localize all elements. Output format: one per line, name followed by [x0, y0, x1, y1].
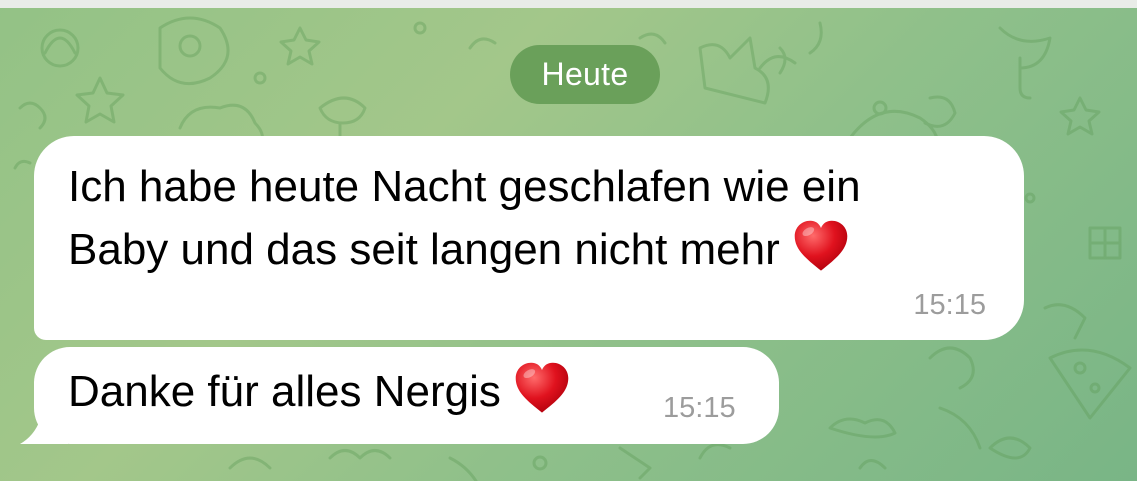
message-text-line: Ich habe heute Nacht geschlafen wie ein — [68, 162, 861, 211]
message-bubble[interactable]: Danke für alles Nergis 15:15 — [34, 347, 779, 444]
red-heart-emoji — [515, 363, 569, 413]
message-timestamp: 15:15 — [913, 289, 986, 321]
date-divider: Heute — [510, 45, 660, 104]
message-timestamp: 15:15 — [663, 392, 736, 424]
message-text-line: Baby und das seit langen nicht mehr — [68, 221, 850, 276]
message-text: Danke für alles Nergis — [68, 367, 501, 416]
red-heart-emoji — [794, 221, 848, 271]
top-separator — [0, 0, 1137, 8]
message-text: Baby und das seit langen nicht mehr — [68, 225, 780, 274]
message-bubble[interactable]: Ich habe heute Nacht geschlafen wie ein … — [34, 136, 1024, 340]
message-text-line: Danke für alles Nergis — [68, 363, 571, 418]
